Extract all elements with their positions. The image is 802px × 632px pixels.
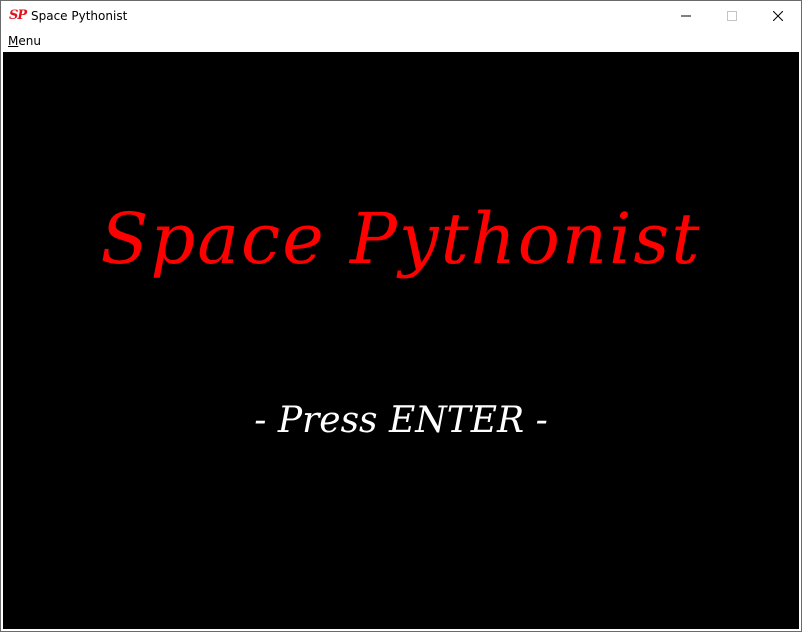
menu-item-menu[interactable]: Menu (8, 34, 41, 49)
app-window: SP Space Pythonist Menu Space Pythonist … (0, 0, 802, 632)
title-bar[interactable]: SP Space Pythonist (1, 1, 801, 31)
menu-label-rest: enu (18, 34, 41, 48)
menu-bar: Menu (1, 31, 801, 51)
press-enter-prompt: - Press ENTER - (254, 400, 548, 441)
maximize-icon (727, 11, 737, 21)
close-button[interactable] (755, 1, 801, 31)
game-title: Space Pythonist (100, 198, 702, 280)
close-icon (773, 11, 783, 21)
minimize-button[interactable] (663, 1, 709, 31)
game-canvas[interactable]: Space Pythonist - Press ENTER - (3, 52, 799, 629)
maximize-button[interactable] (709, 1, 755, 31)
app-icon: SP (9, 8, 27, 23)
window-title: Space Pythonist (31, 9, 128, 23)
minimize-icon (681, 11, 691, 21)
menu-accelerator: M (8, 34, 19, 48)
